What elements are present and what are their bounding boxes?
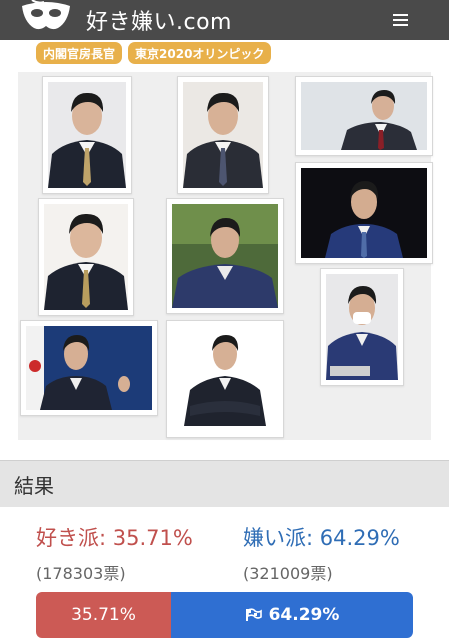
portrait-photo[interactable] [166,320,284,438]
portrait-photo[interactable] [177,76,269,194]
like-bar-label: 35.71% [71,605,136,625]
portrait-photo[interactable] [38,198,134,316]
result-bar: 35.71% 64.29% [36,592,413,638]
tag-list: 内閣官房長官 東京2020オリンピック [36,42,272,64]
tag-chief-cabinet-secretary[interactable]: 内閣官房長官 [36,42,123,64]
site-logo-text[interactable]: 好き嫌い.com [86,4,232,36]
hamburger-menu-icon[interactable] [393,11,413,27]
portrait-photo[interactable] [320,268,404,386]
tag-tokyo-2020-olympics[interactable]: 東京2020オリンピック [128,42,272,64]
like-bar-segment: 35.71% [36,592,171,638]
photo-gallery [18,72,433,440]
portrait-photo[interactable] [42,76,132,194]
result-section-header: 結果 [0,460,449,507]
portrait-photo[interactable] [295,162,433,264]
portrait-photo[interactable] [166,198,284,314]
mask-icon[interactable] [18,0,74,34]
dislike-percentage-label: 嫌い派: 64.29% [243,526,400,550]
like-percentage-label: 好き派: 35.71% [36,526,193,550]
portrait-photo[interactable] [295,76,433,156]
flag-icon [245,608,262,621]
portrait-photo[interactable] [20,320,158,416]
like-vote-count: (178303票) [36,564,126,583]
dislike-bar-label: 64.29% [268,605,340,625]
dislike-vote-count: (321009票) [243,564,333,583]
dislike-bar-segment: 64.29% [171,592,413,638]
top-header-bar: 好き嫌い.com [0,0,449,40]
result-title: 結果 [14,474,54,498]
